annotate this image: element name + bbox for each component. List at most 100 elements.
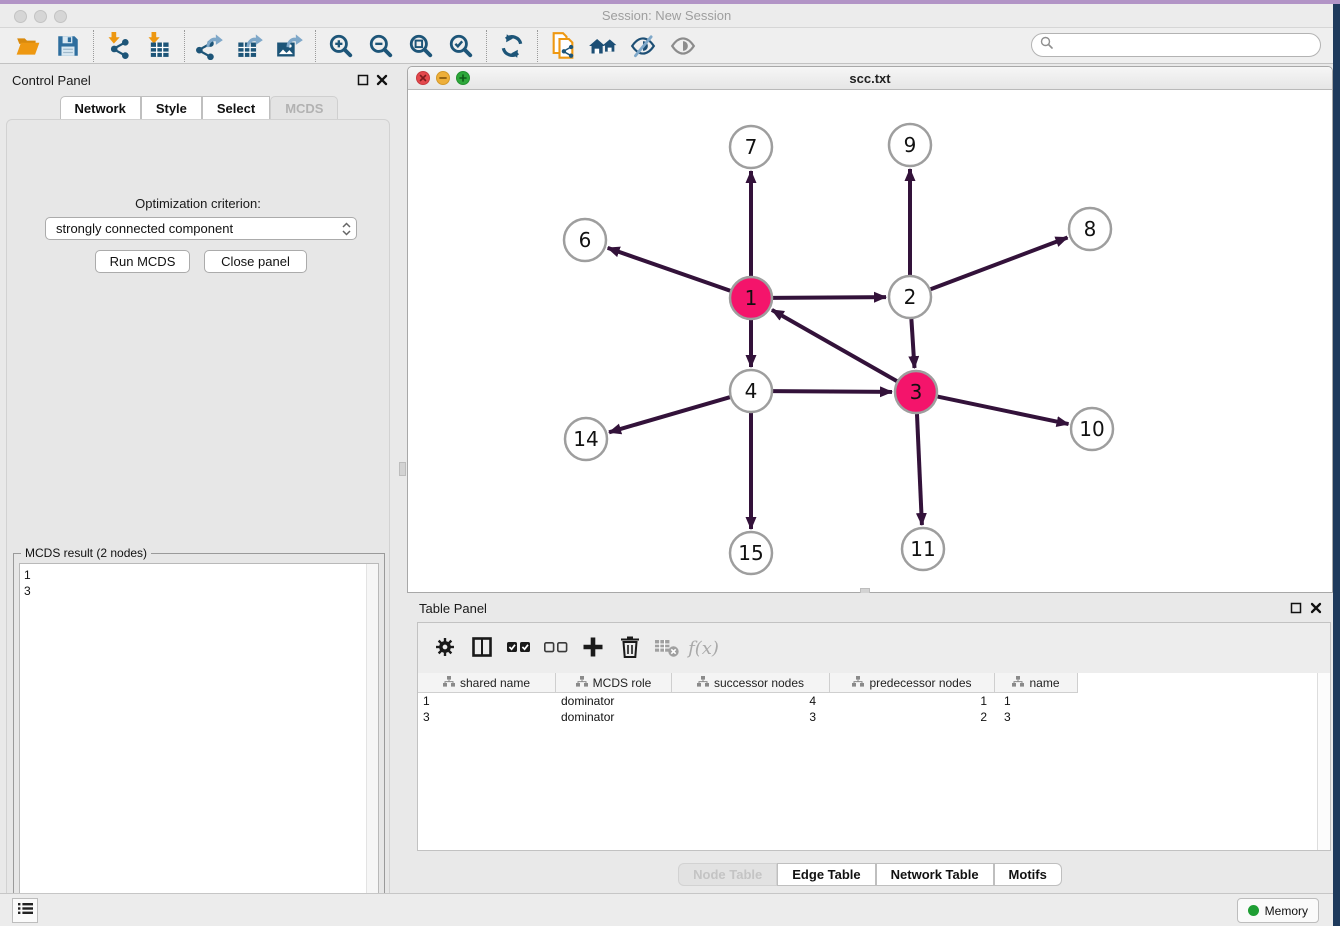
- edge-4-14[interactable]: [609, 397, 730, 432]
- column-header-successor-nodes[interactable]: successor nodes: [672, 673, 830, 693]
- cell[interactable]: dominator: [556, 709, 672, 725]
- cell[interactable]: 3: [672, 709, 830, 725]
- float-icon[interactable]: [355, 72, 370, 87]
- tab-mcds[interactable]: MCDS: [270, 96, 338, 119]
- toolbar-separator: [537, 30, 538, 62]
- plus-icon: [581, 635, 605, 662]
- table-close-icon[interactable]: [1308, 600, 1323, 615]
- plus-button[interactable]: [574, 630, 611, 666]
- save-icon: [55, 33, 81, 59]
- edge-4-3[interactable]: [773, 391, 892, 392]
- node-1[interactable]: 1: [730, 277, 772, 319]
- edge-3-1[interactable]: [772, 310, 897, 381]
- tab-motifs[interactable]: Motifs: [994, 863, 1062, 886]
- uncheck-pair-button[interactable]: [537, 630, 574, 666]
- eye-slash-button[interactable]: [623, 30, 663, 62]
- import-table-button[interactable]: [139, 30, 179, 62]
- node-15[interactable]: 15: [730, 532, 772, 574]
- edge-1-6[interactable]: [608, 248, 731, 291]
- search-box[interactable]: [1031, 33, 1321, 57]
- close-icon[interactable]: [374, 72, 389, 87]
- network-view-window: scc.txt 7968124314101511: [407, 66, 1333, 593]
- column-label: successor nodes: [714, 676, 804, 690]
- cell[interactable]: 4: [672, 693, 830, 709]
- check-pair-button[interactable]: [500, 630, 537, 666]
- copy-network-button[interactable]: [543, 30, 583, 62]
- zoom-selected-icon: [448, 33, 474, 59]
- optimization-criterion-select[interactable]: strongly connected component: [45, 217, 357, 240]
- tab-edge-table[interactable]: Edge Table: [777, 863, 875, 886]
- cell[interactable]: 2: [830, 709, 995, 725]
- node-2[interactable]: 2: [889, 276, 931, 318]
- node-3[interactable]: 3: [895, 371, 937, 413]
- node-label: 6: [579, 228, 592, 252]
- edge-3-11[interactable]: [917, 414, 922, 525]
- node-11[interactable]: 11: [902, 528, 944, 570]
- search-input[interactable]: [1053, 35, 1320, 55]
- split-pane-button[interactable]: [463, 630, 500, 666]
- column-header-MCDS-role[interactable]: MCDS role: [556, 673, 672, 693]
- gear-button[interactable]: [426, 630, 463, 666]
- column-header-shared-name[interactable]: shared name: [418, 673, 556, 693]
- edge-2-8[interactable]: [931, 237, 1068, 289]
- refresh-button[interactable]: [492, 30, 532, 62]
- node-4[interactable]: 4: [730, 370, 772, 412]
- status-bar: Memory: [0, 893, 1333, 926]
- cell[interactable]: 3: [418, 709, 556, 725]
- run-mcds-button[interactable]: Run MCDS: [95, 250, 190, 273]
- main-toolbar: [0, 28, 1333, 64]
- vertical-split-handle[interactable]: [399, 462, 406, 476]
- edge-3-10[interactable]: [938, 397, 1069, 425]
- node-9[interactable]: 9: [889, 124, 931, 166]
- control-panel: Control Panel NetworkStyleSelectMCDS Opt…: [0, 64, 398, 890]
- tab-style[interactable]: Style: [141, 96, 202, 119]
- save-button[interactable]: [48, 30, 88, 62]
- table-row[interactable]: 1dominator411: [418, 693, 1078, 709]
- table-float-icon[interactable]: [1288, 600, 1303, 615]
- edge-1-2[interactable]: [773, 297, 886, 298]
- node-label: 1: [745, 286, 758, 310]
- zoom-out-button[interactable]: [361, 30, 401, 62]
- toolbar-separator: [184, 30, 185, 62]
- cell[interactable]: 3: [995, 709, 1078, 725]
- zoom-selected-button[interactable]: [441, 30, 481, 62]
- close-panel-button[interactable]: Close panel: [204, 250, 307, 273]
- cell[interactable]: 1: [418, 693, 556, 709]
- folder-open-icon: [15, 33, 41, 59]
- cell[interactable]: 1: [995, 693, 1078, 709]
- table-scrollbar[interactable]: [1317, 673, 1330, 850]
- cell[interactable]: 1: [830, 693, 995, 709]
- zoom-fit-button[interactable]: [401, 30, 441, 62]
- export-network-button[interactable]: [190, 30, 230, 62]
- node-6[interactable]: 6: [564, 219, 606, 261]
- trash-button[interactable]: [611, 630, 648, 666]
- column-header-predecessor-nodes[interactable]: predecessor nodes: [830, 673, 995, 693]
- mcds-result-textarea[interactable]: 1 3: [19, 563, 379, 925]
- node-10[interactable]: 10: [1071, 408, 1113, 450]
- export-table-button[interactable]: [230, 30, 270, 62]
- edge-2-3[interactable]: [911, 319, 914, 368]
- zoom-in-button[interactable]: [321, 30, 361, 62]
- memory-button[interactable]: Memory: [1237, 898, 1319, 923]
- result-scrollbar[interactable]: [366, 564, 378, 924]
- node-label: 14: [573, 427, 598, 451]
- toolbar-separator: [315, 30, 316, 62]
- table-row[interactable]: 3dominator323: [418, 709, 1078, 725]
- node-8[interactable]: 8: [1069, 208, 1111, 250]
- task-history-button[interactable]: [12, 898, 38, 923]
- tab-node-table[interactable]: Node Table: [678, 863, 777, 886]
- cell[interactable]: dominator: [556, 693, 672, 709]
- export-image-button[interactable]: [270, 30, 310, 62]
- node-7[interactable]: 7: [730, 126, 772, 168]
- node-14[interactable]: 14: [565, 418, 607, 460]
- folder-open-button[interactable]: [8, 30, 48, 62]
- houses-button[interactable]: [583, 30, 623, 62]
- import-network-button[interactable]: [99, 30, 139, 62]
- column-header-name[interactable]: name: [995, 673, 1078, 693]
- zoom-in-icon: [328, 33, 354, 59]
- tab-network[interactable]: Network: [60, 96, 141, 119]
- tab-network-table[interactable]: Network Table: [876, 863, 994, 886]
- tab-select[interactable]: Select: [202, 96, 270, 119]
- eye-button[interactable]: [663, 30, 703, 62]
- network-graph[interactable]: 7 9 6 8 1 2 4 3 14 10 15 11: [408, 90, 1332, 592]
